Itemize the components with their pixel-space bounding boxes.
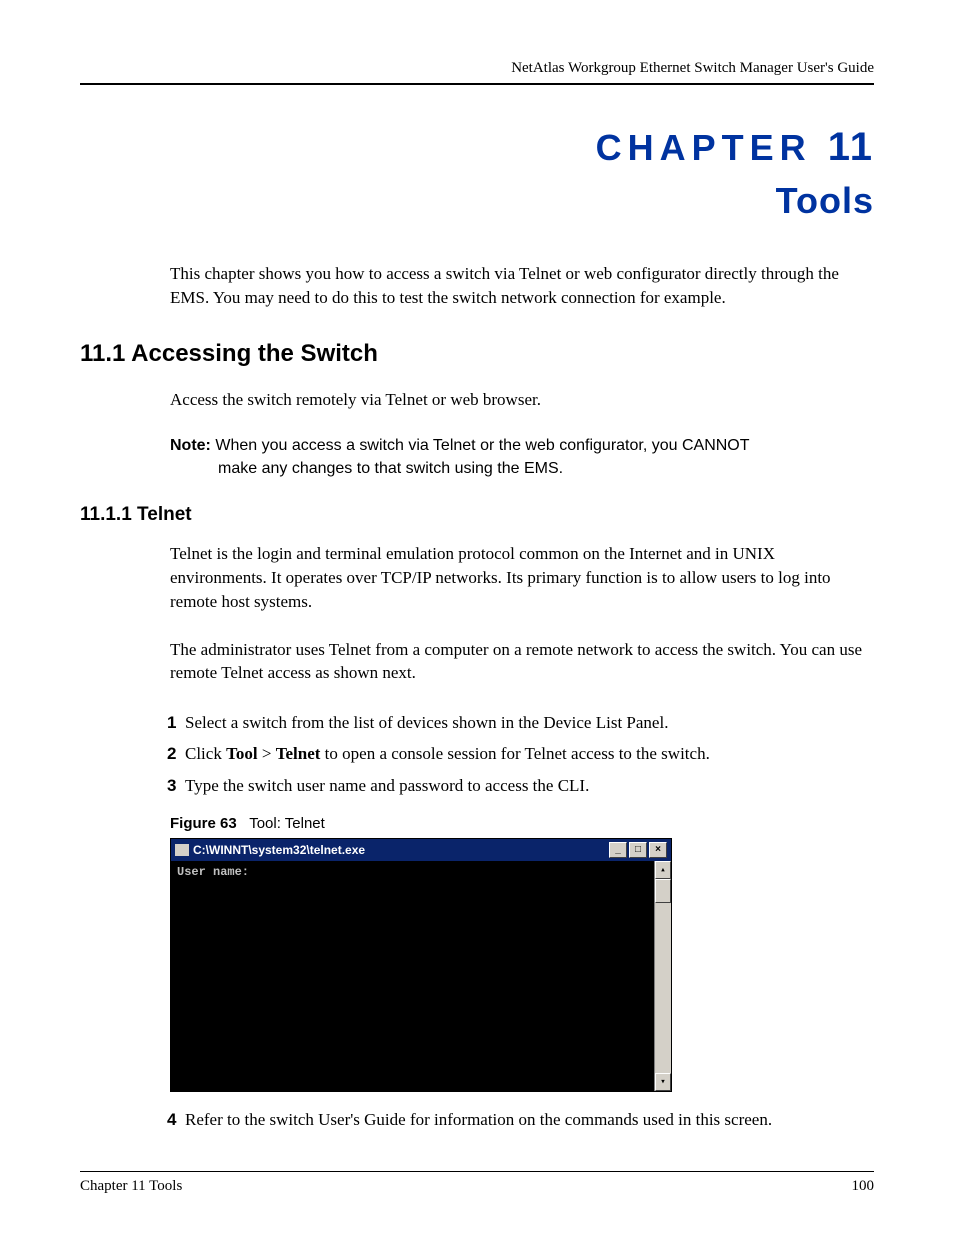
heading-11-1: 11.1 Accessing the Switch [80, 340, 874, 368]
para-11-1: Access the switch remotely via Telnet or… [80, 388, 874, 412]
note-block: Note: When you access a switch via Telne… [80, 435, 874, 480]
page: NetAtlas Workgroup Ethernet Switch Manag… [0, 0, 954, 1235]
scrollbar[interactable]: ▴ ▾ [654, 861, 671, 1091]
heading-11-1-1: 11.1.1 Telnet [80, 504, 874, 526]
scroll-thumb[interactable] [655, 879, 671, 903]
page-footer: Chapter 11 Tools 100 [80, 1171, 874, 1195]
step-text-mid: > [258, 744, 276, 763]
step-bold-tool: Tool [226, 744, 258, 763]
figure-caption-text: Tool: Telnet [249, 815, 325, 832]
step-text: Select a switch from the list of devices… [185, 713, 668, 732]
footer-left: Chapter 11 Tools [80, 1178, 182, 1195]
minimize-button[interactable]: _ [609, 842, 627, 858]
step-number: 3 [167, 772, 176, 799]
figure-caption: Figure 63 Tool: Telnet [80, 815, 874, 832]
chapter-label: CHAPTER [596, 127, 812, 168]
step-text: Type the switch user name and password t… [185, 776, 589, 795]
running-head: NetAtlas Workgroup Ethernet Switch Manag… [80, 60, 874, 77]
footer-page-number: 100 [852, 1178, 875, 1195]
steps-list: 1 Select a switch from the list of devic… [80, 709, 874, 799]
step-bold-telnet: Telnet [276, 744, 321, 763]
window-icon [175, 844, 189, 856]
step-3: 3 Type the switch user name and password… [185, 772, 874, 799]
steps-list-cont: 4 Refer to the switch User's Guide for i… [80, 1106, 874, 1133]
header-rule [80, 83, 874, 85]
footer-rule [80, 1171, 874, 1172]
scroll-up-button[interactable]: ▴ [655, 861, 671, 879]
chapter-name: Tools [80, 180, 874, 222]
step-number: 2 [167, 740, 176, 767]
step-text-post: to open a console session for Telnet acc… [320, 744, 709, 763]
terminal-prompt: User name: [177, 865, 249, 879]
intro-paragraph: This chapter shows you how to access a s… [80, 262, 874, 310]
note-label: Note: [170, 437, 211, 454]
note-line2: make any changes to that switch using th… [170, 458, 874, 480]
chapter-number: 11 [828, 125, 874, 169]
scroll-down-button[interactable]: ▾ [655, 1073, 671, 1091]
step-text: Refer to the switch User's Guide for inf… [185, 1110, 772, 1129]
step-1: 1 Select a switch from the list of devic… [185, 709, 874, 736]
figure-label: Figure 63 [170, 815, 237, 832]
close-button[interactable]: × [649, 842, 667, 858]
window-title: C:\WINNT\system32\telnet.exe [193, 843, 365, 857]
note-line1: When you access a switch via Telnet or t… [215, 437, 749, 454]
step-number: 4 [167, 1106, 176, 1133]
window-titlebar[interactable]: C:\WINNT\system32\telnet.exe _ □ × [171, 839, 671, 861]
step-4: 4 Refer to the switch User's Guide for i… [185, 1106, 874, 1133]
telnet-window: C:\WINNT\system32\telnet.exe _ □ × User … [170, 838, 672, 1092]
step-number: 1 [167, 709, 176, 736]
chapter-title-block: CHAPTER 11 Tools [80, 125, 874, 222]
terminal-content[interactable]: User name: [171, 861, 654, 1091]
maximize-button[interactable]: □ [629, 842, 647, 858]
para-telnet-2: The administrator uses Telnet from a com… [80, 638, 874, 686]
step-text-pre: Click [185, 744, 226, 763]
step-2: 2 Click Tool > Telnet to open a console … [185, 740, 874, 767]
para-telnet-1: Telnet is the login and terminal emulati… [80, 542, 874, 613]
